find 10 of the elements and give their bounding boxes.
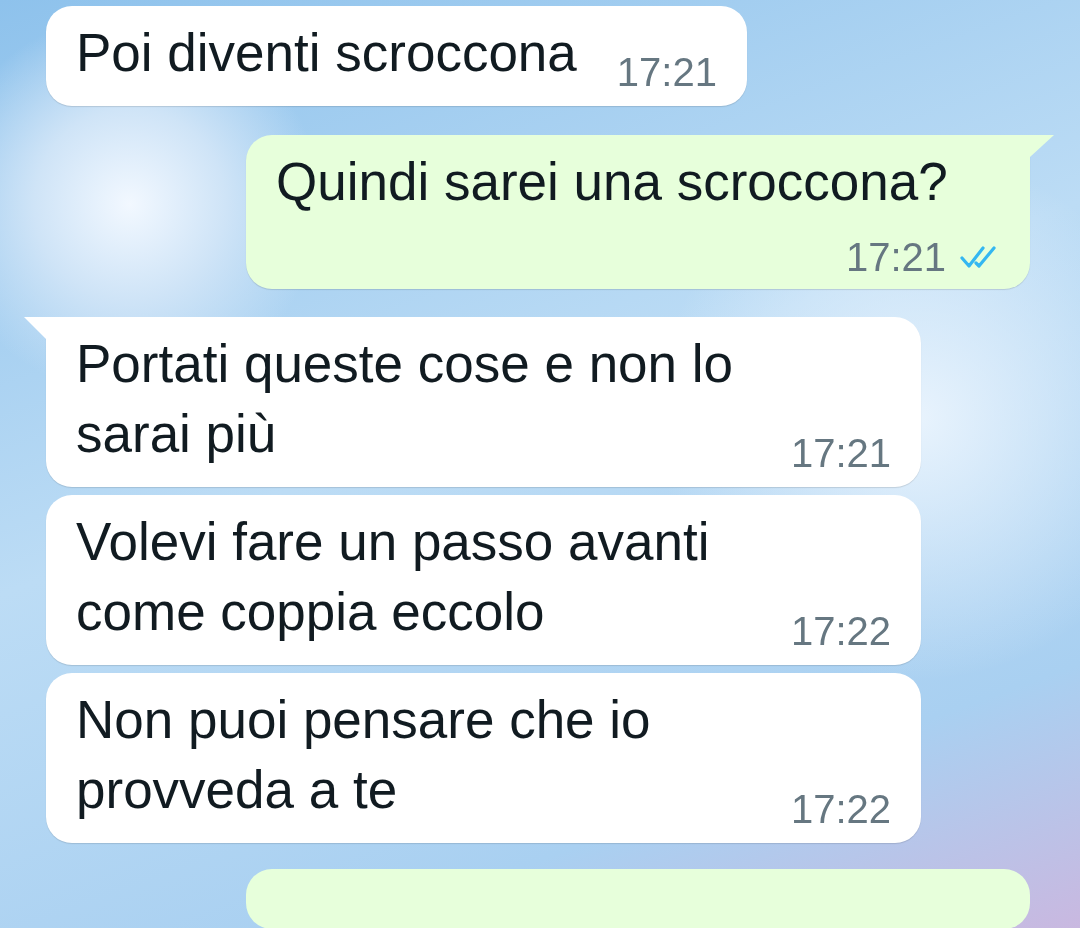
message-time: 17:21 (845, 235, 946, 279)
message-text: Quindi sarei una scroccona? (276, 151, 948, 213)
message-text: Non puoi pensare che io provveda a te (76, 689, 652, 821)
message-text: Portati queste cose e non lo sarai più (76, 333, 735, 465)
message-time: 17:21 (790, 431, 891, 475)
message-text: Volevi fare un passo avanti come coppia eccolo (76, 511, 711, 643)
message-time: 17:22 (790, 609, 891, 653)
message-text: Poi diventi scroccona (76, 22, 577, 84)
message-time: 17:21 (616, 50, 717, 94)
message-time: 17:22 (790, 787, 891, 831)
